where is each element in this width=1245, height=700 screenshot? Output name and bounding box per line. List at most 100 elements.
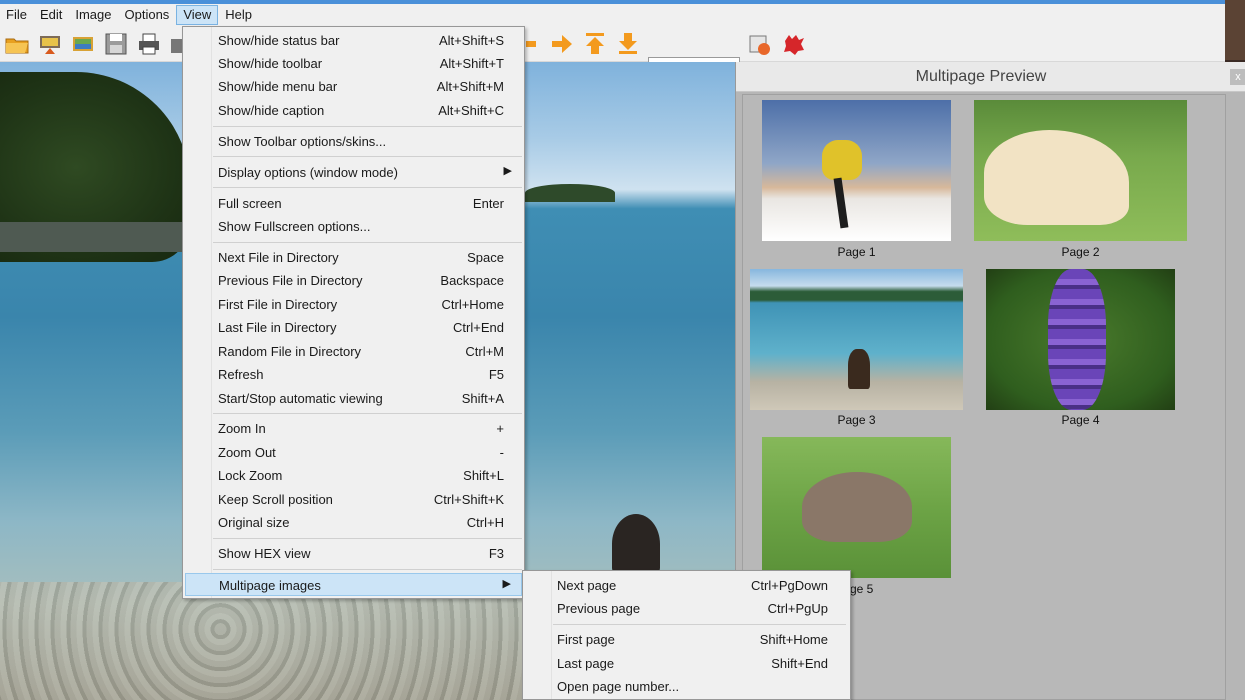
menu-item-label: Show Toolbar options/skins... — [218, 134, 387, 149]
menu-edit[interactable]: Edit — [34, 5, 68, 25]
menu-item-hex-view[interactable]: Show HEX view F3 — [185, 542, 522, 565]
menu-item-label: Show HEX view — [218, 546, 311, 561]
menu-item-display-options[interactable]: Display options (window mode) ▶ — [185, 161, 522, 184]
menu-item-label: Lock Zoom — [218, 468, 283, 483]
page-thumbnail-4[interactable] — [986, 269, 1175, 410]
forward-arrow-icon[interactable] — [549, 31, 575, 57]
menu-item-label: Refresh — [218, 367, 264, 382]
menu-item-shortcut: Space — [467, 250, 504, 265]
menu-item-zoom-out[interactable]: Zoom Out - — [185, 441, 522, 464]
menu-item-label: Keep Scroll position — [218, 492, 333, 507]
menu-item-label: Display options (window mode) — [218, 165, 398, 180]
save-icon[interactable] — [103, 31, 129, 57]
image-swimmer — [612, 514, 660, 574]
menu-item-shortcut: - — [499, 445, 504, 460]
last-page-icon[interactable] — [615, 31, 641, 57]
multipage-submenu: Next page Ctrl+PgDown Previous page Ctrl+P… — [522, 570, 851, 700]
menu-item-refresh[interactable]: Refresh F5 — [185, 363, 522, 386]
page-thumbnail-1[interactable] — [762, 100, 951, 241]
page-thumbnail-5[interactable] — [762, 437, 951, 578]
page-thumbnail-3[interactable] — [750, 269, 963, 410]
open-folder-icon[interactable] — [4, 31, 30, 57]
page-thumbnail-2[interactable] — [974, 100, 1187, 241]
first-page-icon[interactable] — [582, 31, 608, 57]
menu-image[interactable]: Image — [69, 5, 117, 25]
menu-item-multipage-images[interactable]: Multipage images ▶ — [185, 573, 522, 596]
menu-item-fullscreen-options[interactable]: Show Fullscreen options... — [185, 215, 522, 238]
menu-bar: File Edit Image Options View Help — [0, 4, 1225, 26]
view-menu-dropdown: Show/hide status bar Alt+Shift+S Show/hid… — [182, 26, 525, 599]
close-icon[interactable]: x — [1230, 69, 1245, 85]
menu-options[interactable]: Options — [119, 5, 176, 25]
menu-separator — [213, 156, 522, 157]
print-icon[interactable] — [136, 31, 162, 57]
menu-separator — [213, 187, 522, 188]
menu-item-show-hide-toolbar[interactable]: Show/hide toolbar Alt+Shift+T — [185, 52, 522, 75]
menu-item-automatic-viewing[interactable]: Start/Stop automatic viewing Shift+A — [185, 387, 522, 410]
submenu-item-first-page[interactable]: First page Shift+Home — [525, 628, 848, 651]
menu-item-label: Random File in Directory — [218, 344, 362, 359]
menu-item-show-hide-menu-bar[interactable]: Show/hide menu bar Alt+Shift+M — [185, 75, 522, 98]
menu-item-label: Show/hide caption — [218, 103, 325, 118]
menu-item-label: Show/hide menu bar — [218, 79, 338, 94]
rotate-icon[interactable] — [747, 31, 773, 57]
menu-item-next-file[interactable]: Next File in Directory Space — [185, 246, 522, 269]
menu-separator — [213, 538, 522, 539]
menu-view[interactable]: View — [176, 5, 219, 25]
image-shore — [0, 222, 200, 252]
preview-title: Multipage Preview — [915, 68, 1047, 85]
menu-item-label: First page — [557, 632, 615, 647]
menu-item-label: Show Fullscreen options... — [218, 219, 371, 234]
menu-item-shortcut: Ctrl+PgDown — [751, 578, 828, 593]
menu-item-label: Open page number... — [557, 679, 680, 694]
menu-item-previous-file[interactable]: Previous File in Directory Backspace — [185, 269, 522, 292]
menu-item-shortcut: Alt+Shift+S — [438, 33, 504, 48]
menu-item-shortcut: Ctrl+Shift+K — [433, 492, 504, 507]
menu-item-shortcut: Ctrl+PgUp — [767, 601, 828, 616]
menu-item-shortcut: Alt+Shift+T — [439, 56, 504, 71]
menu-item-show-hide-caption[interactable]: Show/hide caption Alt+Shift+C — [185, 99, 522, 122]
page-label-3: Page 3 — [837, 413, 876, 427]
menu-item-label: Zoom In — [218, 421, 266, 436]
menu-item-random-file[interactable]: Random File in Directory Ctrl+M — [185, 340, 522, 363]
menu-separator — [213, 126, 522, 127]
menu-item-shortcut: F5 — [488, 367, 504, 382]
menu-separator — [213, 242, 522, 243]
menu-item-shortcut: Backspace — [440, 273, 504, 288]
menu-item-label: Original size — [218, 515, 290, 530]
acquire-icon[interactable] — [37, 31, 63, 57]
menu-item-first-file[interactable]: First File in Directory Ctrl+Home — [185, 293, 522, 316]
menu-item-label: Next File in Directory — [218, 250, 339, 265]
menu-item-label: Show/hide toolbar — [218, 56, 323, 71]
menu-separator — [213, 413, 522, 414]
submenu-item-next-page[interactable]: Next page Ctrl+PgDown — [525, 574, 848, 597]
menu-item-shortcut: Enter — [472, 196, 504, 211]
menu-item-shortcut: Ctrl+Home — [441, 297, 505, 312]
menu-separator — [213, 569, 522, 570]
menu-item-label: Previous page — [557, 601, 641, 616]
about-frog-icon[interactable] — [781, 31, 807, 57]
submenu-item-last-page[interactable]: Last page Shift+End — [525, 652, 848, 675]
page-label-1: Page 1 — [837, 245, 876, 259]
menu-help[interactable]: Help — [219, 5, 258, 25]
submenu-item-open-page-number[interactable]: Open page number... — [525, 675, 848, 698]
menu-item-show-hide-status-bar[interactable]: Show/hide status bar Alt+Shift+S — [185, 29, 522, 52]
menu-item-last-file[interactable]: Last File in Directory Ctrl+End — [185, 316, 522, 339]
menu-item-label: First File in Directory — [218, 297, 338, 312]
menu-item-shortcut: F3 — [488, 546, 504, 561]
menu-file[interactable]: File — [0, 5, 33, 25]
menu-item-zoom-in[interactable]: Zoom In + — [185, 417, 522, 440]
menu-item-original-size[interactable]: Original size Ctrl+H — [185, 511, 522, 534]
menu-item-label: Multipage images — [219, 578, 321, 593]
menu-item-shortcut: Ctrl+End — [453, 320, 504, 335]
menu-item-shortcut: Shift+L — [463, 468, 504, 483]
submenu-arrow-icon: ▶ — [503, 165, 512, 177]
menu-item-toolbar-options[interactable]: Show Toolbar options/skins... — [185, 130, 522, 153]
menu-separator — [553, 624, 846, 625]
menu-item-full-screen[interactable]: Full screen Enter — [185, 192, 522, 215]
menu-item-lock-zoom[interactable]: Lock Zoom Shift+L — [185, 464, 522, 487]
menu-item-label: Last File in Directory — [218, 320, 337, 335]
slideshow-icon[interactable] — [70, 31, 96, 57]
menu-item-keep-scroll[interactable]: Keep Scroll position Ctrl+Shift+K — [185, 488, 522, 511]
submenu-item-previous-page[interactable]: Previous page Ctrl+PgUp — [525, 597, 848, 620]
